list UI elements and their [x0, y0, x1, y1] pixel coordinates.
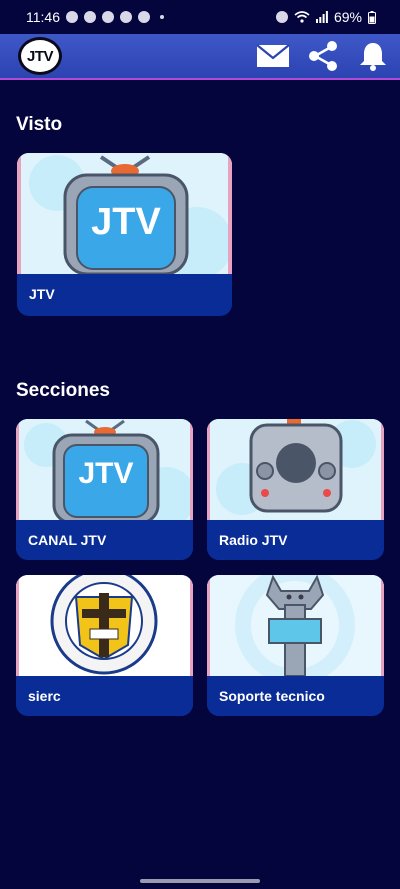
facebook-icon	[66, 11, 78, 23]
bell-icon	[360, 43, 386, 71]
secciones-title: Secciones	[16, 380, 110, 401]
card-label: JTV	[17, 274, 232, 314]
status-left: 11:46	[26, 9, 164, 25]
status-bar: 11:46 69%	[0, 0, 400, 34]
status-right: 69%	[275, 9, 376, 25]
tv-thumbnail-text: JTV	[78, 457, 134, 490]
wifi-icon	[294, 11, 310, 23]
card-label: Radio JTV	[207, 520, 384, 560]
share-icon	[309, 41, 337, 71]
alarm-icon	[275, 11, 288, 23]
section-card-radio-jtv[interactable]: Radio JTV	[207, 419, 384, 560]
battery-percent: 69%	[333, 9, 362, 25]
visto-title: Visto	[16, 114, 63, 135]
notifications-button[interactable]	[356, 39, 390, 73]
app-actions	[256, 39, 390, 73]
tv-thumbnail-text: JTV	[91, 201, 161, 243]
app-bar: JTV	[0, 34, 400, 80]
visto-card-jtv[interactable]: JTV JTV	[17, 153, 232, 316]
card-label: sierc	[16, 676, 193, 716]
more-notifications-dot-icon	[160, 15, 164, 19]
robot-icon	[120, 11, 132, 23]
status-time: 11:46	[26, 9, 60, 25]
logo-text: JTV	[26, 47, 54, 65]
battery-icon	[368, 10, 376, 24]
share-button[interactable]	[306, 39, 340, 73]
wrench-thumbnail	[207, 575, 384, 676]
app-logo[interactable]: JTV	[18, 37, 62, 75]
android-icon	[102, 11, 114, 23]
card-label: CANAL JTV	[16, 520, 193, 560]
radio-thumbnail	[207, 419, 384, 520]
mail-button[interactable]	[256, 39, 290, 73]
church-seal-thumbnail	[16, 575, 193, 676]
section-card-soporte-tecnico[interactable]: Soporte tecnico	[207, 575, 384, 716]
tv-thumbnail: JTV	[17, 153, 232, 274]
section-card-canal-jtv[interactable]: JTV CANAL JTV	[16, 419, 193, 560]
radio-icon	[207, 419, 384, 520]
church-seal-icon	[16, 575, 193, 676]
media-icon	[138, 11, 150, 23]
mail-icon	[256, 44, 290, 67]
section-card-sierc[interactable]: sierc	[16, 575, 193, 716]
signal-icon	[315, 11, 328, 23]
card-label: Soporte tecnico	[207, 676, 384, 716]
wrench-icon	[207, 575, 384, 676]
messages-icon	[84, 11, 96, 23]
home-indicator[interactable]	[140, 879, 260, 883]
tv-thumbnail: JTV	[16, 419, 193, 520]
